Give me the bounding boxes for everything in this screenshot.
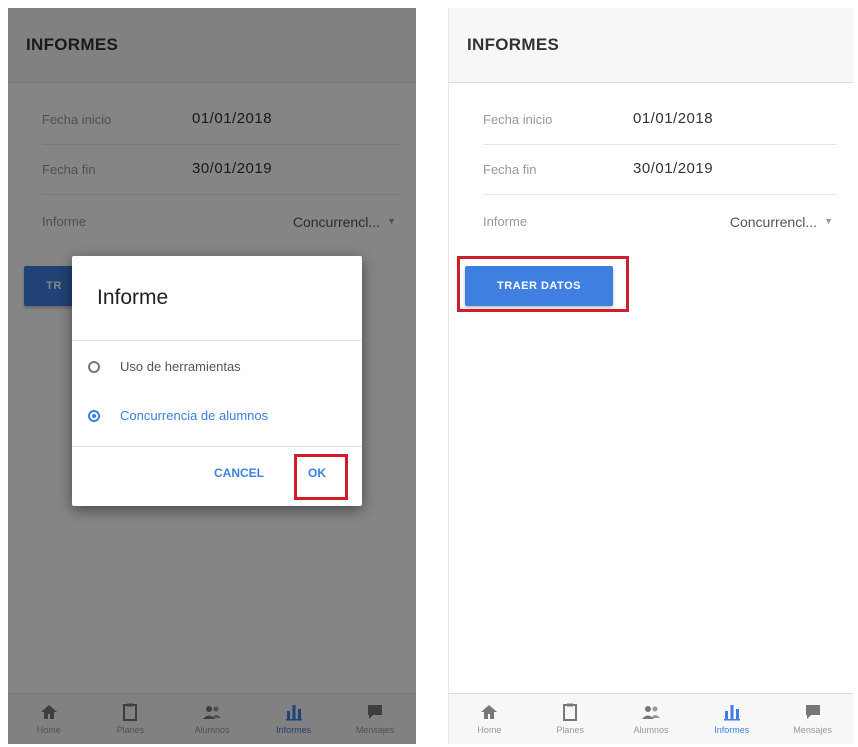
clipboard-icon [563,703,578,721]
home-icon [481,705,498,719]
option-label: Concurrencia de alumnos [120,408,269,423]
option-concurrencia-alumnos[interactable]: Concurrencia de alumnos [86,404,352,436]
chat-icon [805,705,820,719]
start-date-value[interactable]: 01/01/2018 [633,110,713,127]
bar-chart-icon [723,705,740,721]
divider [72,340,362,341]
option-label: Uso de herramientas [120,359,241,374]
start-date-row[interactable]: Fecha inicio 01/01/2018 [483,96,837,145]
bottom-tab-bar: Home Planes Alumnos Informes Mensajes [449,693,853,744]
people-icon [641,706,660,719]
start-date-label: Fecha inicio [483,112,553,127]
divider [72,446,362,447]
tab-label: Mensajes [793,725,832,735]
radio-unchecked-icon[interactable] [88,361,100,373]
radio-checked-icon[interactable] [88,410,100,422]
report-select-row[interactable]: Informe Concurrencl... ▼ [483,198,837,246]
right-screen: INFORMES Fecha inicio 01/01/2018 Fecha f… [448,8,853,744]
tab-alumnos[interactable]: Alumnos [611,694,692,744]
tab-label: Planes [556,725,584,735]
ok-highlight-box [294,454,348,500]
end-date-label: Fecha fin [483,162,537,177]
left-screen: INFORMES Fecha inicio 01/01/2018 Fecha f… [8,8,416,744]
dropdown-caret-icon: ▼ [824,216,833,226]
tab-planes[interactable]: Planes [530,694,611,744]
report-label: Informe [483,214,528,229]
cancel-button[interactable]: CANCEL [214,466,264,480]
option-uso-herramientas[interactable]: Uso de herramientas [86,355,352,387]
tab-label: Home [477,725,502,735]
tab-informes[interactable]: Informes [691,694,772,744]
end-date-value[interactable]: 30/01/2019 [633,160,713,177]
page-title: INFORMES [467,35,560,54]
tab-mensajes[interactable]: Mensajes [772,694,853,744]
tab-home[interactable]: Home [449,694,530,744]
tab-label: Alumnos [633,725,669,735]
end-date-row[interactable]: Fecha fin 30/01/2019 [483,146,837,195]
report-select-value[interactable]: Concurrencl... [730,214,817,230]
dialog-title: Informe [97,286,169,309]
button-highlight-box [457,256,629,312]
tab-label: Informes [714,725,750,735]
app-bar: INFORMES [449,8,853,83]
